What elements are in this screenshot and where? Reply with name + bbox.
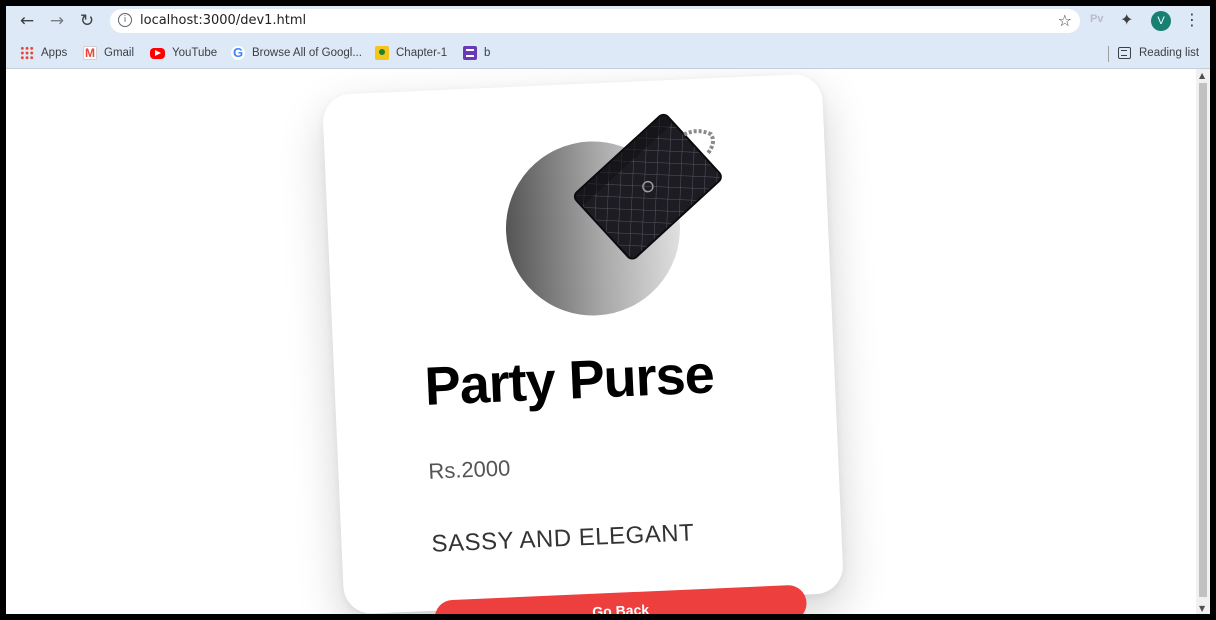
site-info-icon[interactable]: i xyxy=(118,13,132,27)
bookmark-b[interactable]: b xyxy=(463,44,490,62)
product-card: Party Purse Rs.2000 SASSY AND ELEGANT Go… xyxy=(321,73,845,614)
product-price: Rs.2000 xyxy=(427,455,511,484)
page-viewport: Party Purse Rs.2000 SASSY AND ELEGANT Go… xyxy=(6,69,1210,614)
google-icon xyxy=(231,45,245,60)
scroll-down-arrow-icon[interactable]: ▼ xyxy=(1199,604,1205,613)
bookmark-youtube[interactable]: YouTube xyxy=(150,44,217,62)
scroll-up-arrow-icon[interactable]: ▲ xyxy=(1199,71,1205,80)
browser-menu-icon[interactable]: ⋮ xyxy=(1184,10,1200,29)
youtube-icon xyxy=(150,47,165,59)
bookmark-label: Gmail xyxy=(104,47,135,59)
bookmark-label: Browse All of Googl... xyxy=(252,47,362,59)
bookmark-label: Chapter-1 xyxy=(396,47,448,59)
extension-pv[interactable]: Pv xyxy=(1090,13,1103,25)
bookmark-google[interactable]: Browse All of Googl... xyxy=(231,44,362,62)
bookmark-star-icon[interactable]: ☆ xyxy=(1058,11,1072,30)
browser-toolbar: ← → ↻ i localhost:3000/dev1.html ☆ Pv ✦ … xyxy=(6,6,1210,37)
go-back-button[interactable]: Go Back xyxy=(434,584,808,614)
reload-icon[interactable]: ↻ xyxy=(76,10,98,32)
bookmark-label: b xyxy=(484,47,491,59)
bookmark-label: YouTube xyxy=(172,47,218,59)
scroll-thumb[interactable] xyxy=(1199,83,1207,597)
bookmarks-bar: Apps Gmail YouTube Browse All of Googl..… xyxy=(6,37,1210,69)
url-text[interactable]: localhost:3000/dev1.html xyxy=(140,13,306,28)
reading-list-icon xyxy=(1118,47,1131,59)
classroom-icon xyxy=(375,46,389,60)
forward-arrow-icon[interactable]: → xyxy=(46,10,68,32)
bookmark-apps[interactable]: Apps xyxy=(20,44,67,62)
vertical-scrollbar[interactable]: ▲ ▼ xyxy=(1196,69,1210,614)
back-arrow-icon[interactable]: ← xyxy=(16,10,38,32)
gmail-icon xyxy=(83,46,97,60)
product-tagline: SASSY AND ELEGANT xyxy=(431,519,695,558)
forms-icon xyxy=(463,46,477,60)
profile-avatar[interactable]: V xyxy=(1151,11,1171,31)
reading-list-button[interactable]: Reading list xyxy=(1118,44,1199,62)
browser-window: ← → ↻ i localhost:3000/dev1.html ☆ Pv ✦ … xyxy=(6,6,1210,614)
bookmarks-divider xyxy=(1108,46,1109,62)
bookmark-chapter-1[interactable]: Chapter-1 xyxy=(375,44,447,62)
bookmark-gmail[interactable]: Gmail xyxy=(83,44,134,62)
apps-grid-icon xyxy=(20,46,34,60)
product-title: Party Purse xyxy=(423,344,715,417)
address-bar[interactable]: i localhost:3000/dev1.html ☆ xyxy=(110,9,1080,33)
bookmark-label: Apps xyxy=(41,47,68,59)
reading-list-label: Reading list xyxy=(1139,47,1200,59)
extensions-puzzle-icon[interactable]: ✦ xyxy=(1120,10,1133,29)
